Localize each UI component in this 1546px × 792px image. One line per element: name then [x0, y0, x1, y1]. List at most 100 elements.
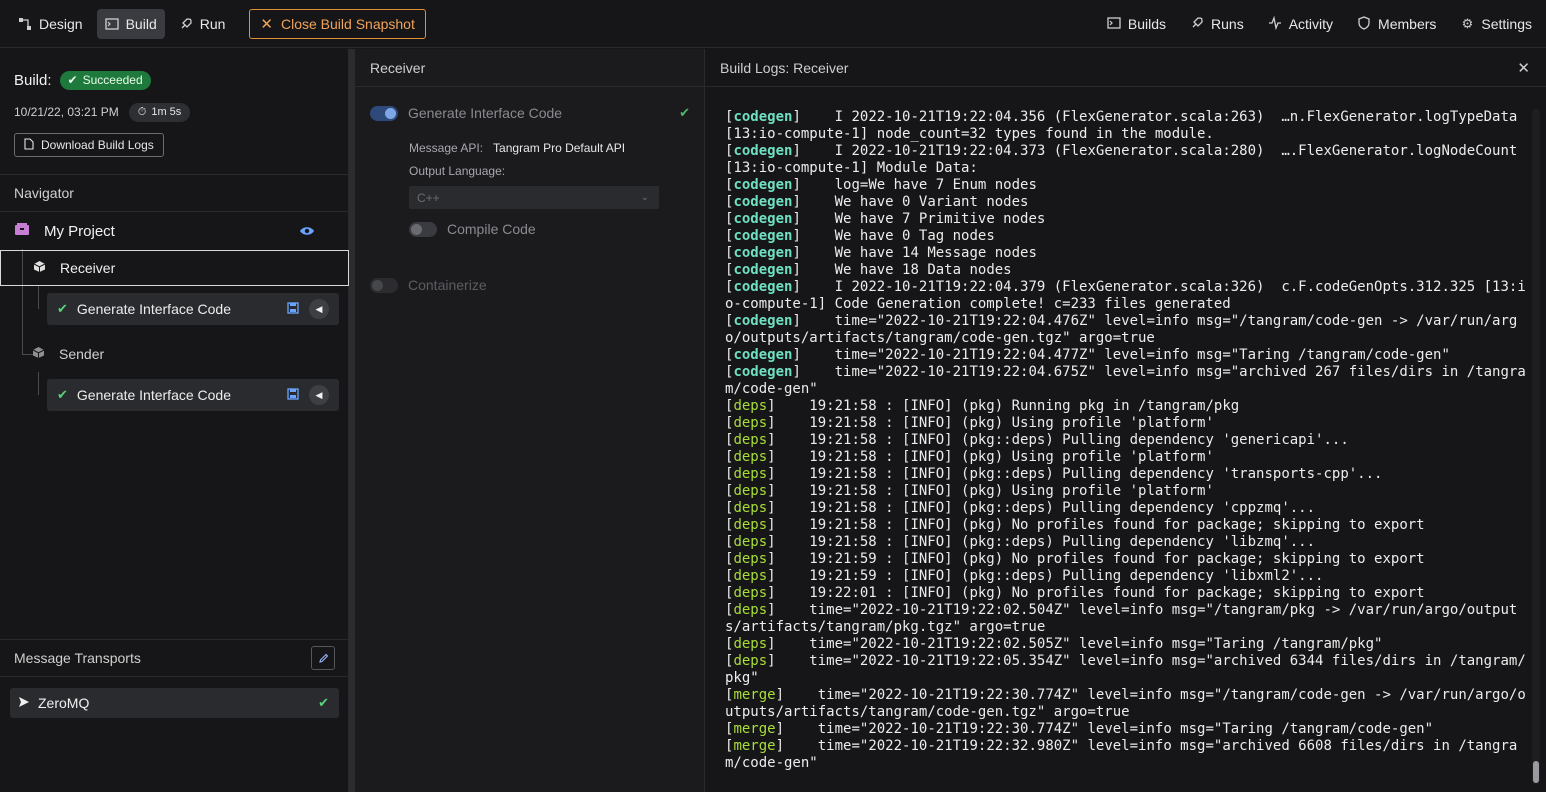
log-text: time="2022-10-21T19:22:30.774Z" level=in…: [784, 721, 1434, 737]
tree-node-label: Sender: [59, 346, 105, 362]
scrollbar-thumb[interactable]: [1533, 761, 1539, 783]
eye-icon[interactable]: [299, 223, 315, 239]
log-text: 19:22:01 : [INFO] (pkg) No profiles foun…: [775, 585, 1425, 601]
download-build-logs-button[interactable]: Download Build Logs: [14, 133, 164, 157]
download-build-logs-label: Download Build Logs: [41, 138, 154, 152]
file-icon: [24, 137, 34, 153]
log-tag: deps: [733, 551, 768, 567]
log-line: [codegen] We have 7 Primitive nodes: [725, 211, 1527, 228]
top-bar: Design Build Run ✕ Close Build Snapshot …: [0, 0, 1546, 48]
log-line: [deps] time="2022-10-21T19:22:02.504Z" l…: [725, 602, 1527, 636]
step-label: Generate Interface Code: [76, 301, 232, 317]
log-line: [codegen] log=We have 7 Enum nodes: [725, 177, 1527, 194]
shield-icon: [1357, 15, 1371, 33]
rocket-icon: [1190, 16, 1204, 33]
nav-runs[interactable]: Runs: [1190, 16, 1244, 33]
nav-builds-label: Builds: [1127, 16, 1167, 32]
build-summary: Build: ✔ Succeeded 10/21/22, 03:21 PM ⏱ …: [0, 49, 348, 157]
transport-label: ZeroMQ: [38, 695, 90, 711]
nav-settings[interactable]: ⚙ Settings: [1460, 16, 1532, 32]
log-output: [codegen] I 2022-10-21T19:22:04.356 (Fle…: [725, 109, 1527, 772]
log-text: 19:21:58 : [INFO] (pkg) Using profile 'p…: [775, 415, 1214, 431]
panel-header: Receiver: [355, 49, 704, 87]
cube-icon: [33, 260, 46, 276]
status-badge-label: Succeeded: [82, 73, 143, 87]
tree-node-label: Receiver: [60, 260, 116, 276]
log-bracket: ]: [792, 177, 801, 193]
nav-builds[interactable]: Builds: [1107, 16, 1166, 33]
tab-run[interactable]: Run: [171, 9, 234, 39]
message-api-row: Message API: Tangram Pro Default API: [409, 141, 625, 155]
collapse-left-icon[interactable]: ◀: [309, 385, 329, 405]
log-bracket: ]: [767, 432, 776, 448]
log-text: log=We have 7 Enum nodes: [800, 177, 1037, 193]
edit-transports-button[interactable]: [311, 646, 335, 670]
tab-build[interactable]: Build: [96, 8, 165, 39]
log-tag: codegen: [733, 194, 793, 210]
project-row[interactable]: My Project: [0, 213, 349, 249]
step-generate-interface-code[interactable]: ✔ Generate Interface Code ◀: [47, 293, 339, 325]
log-bracket: ]: [767, 500, 776, 516]
close-icon[interactable]: ✕: [1517, 59, 1530, 77]
log-bracket: ]: [792, 364, 801, 380]
save-icon[interactable]: [287, 387, 299, 403]
message-api-value: Tangram Pro Default API: [493, 141, 626, 155]
compile-toggle[interactable]: [409, 221, 437, 237]
log-text: time="2022-10-21T19:22:02.504Z" level=in…: [725, 602, 1518, 635]
nav-members-label: Members: [1378, 16, 1437, 32]
log-text: We have 0 Tag nodes: [800, 228, 995, 244]
navigator-header: Navigator: [0, 174, 349, 212]
tree-node-receiver[interactable]: Receiver: [0, 250, 349, 286]
tab-design[interactable]: Design: [10, 9, 91, 39]
nav-activity[interactable]: Activity: [1268, 15, 1333, 33]
duration-badge: ⏱ 1m 5s: [128, 102, 191, 122]
log-tag: deps: [733, 483, 768, 499]
close-build-snapshot-label: Close Build Snapshot: [281, 15, 415, 32]
log-scrollbar[interactable]: [1532, 109, 1540, 785]
log-bracket: ]: [767, 653, 776, 669]
log-text: time="2022-10-21T19:22:04.477Z" level=in…: [800, 347, 1450, 363]
log-bracket: ]: [767, 568, 776, 584]
step-config-panel: Receiver Generate Interface Code ✔ Messa…: [355, 49, 705, 792]
tree-node-sender[interactable]: Sender: [0, 336, 349, 372]
save-icon[interactable]: [287, 301, 299, 317]
tab-build-label: Build: [125, 15, 157, 32]
log-line: [deps] 19:21:59 : [INFO] (pkg::deps) Pul…: [725, 568, 1527, 585]
log-bracket: ]: [767, 551, 776, 567]
containerize-toggle[interactable]: [370, 277, 398, 293]
generate-toggle[interactable]: [370, 105, 398, 121]
log-tag: deps: [733, 636, 768, 652]
nav-members[interactable]: Members: [1357, 15, 1437, 33]
log-tag: deps: [733, 517, 768, 533]
output-language-label: Output Language:: [409, 164, 506, 178]
log-bracket: ]: [775, 738, 785, 754]
output-language-select[interactable]: C++ ⌄: [409, 186, 659, 209]
log-line: [codegen] We have 18 Data nodes: [725, 262, 1527, 279]
log-bracket: ]: [792, 279, 801, 295]
log-bracket: ]: [792, 313, 801, 329]
step-generate-interface-code[interactable]: ✔ Generate Interface Code ◀: [47, 379, 339, 411]
log-text: 19:21:58 : [INFO] (pkg::deps) Pulling de…: [775, 466, 1383, 482]
log-tag: merge: [733, 721, 776, 737]
log-tag: deps: [733, 534, 768, 550]
compile-label: Compile Code: [447, 221, 536, 237]
log-line: [codegen] time="2022-10-21T19:22:04.477Z…: [725, 347, 1527, 364]
log-tag: codegen: [733, 211, 793, 227]
transport-item-zeromq[interactable]: ZeroMQ ✔: [10, 688, 339, 718]
log-text: We have 0 Variant nodes: [800, 194, 1029, 210]
log-bracket: ]: [792, 143, 801, 159]
generate-interface-code-row: Generate Interface Code ✔: [370, 105, 690, 121]
log-line: [codegen] I 2022-10-21T19:22:04.356 (Fle…: [725, 109, 1527, 143]
terminal-icon: [104, 17, 119, 31]
log-tag: codegen: [733, 245, 793, 261]
log-bracket: ]: [792, 347, 801, 363]
log-tag: deps: [733, 415, 768, 431]
log-text: We have 7 Primitive nodes: [800, 211, 1046, 227]
log-line: [codegen] time="2022-10-21T19:22:04.476Z…: [725, 313, 1527, 347]
close-build-snapshot-button[interactable]: ✕ Close Build Snapshot: [249, 8, 426, 39]
log-tag: codegen: [733, 228, 793, 244]
log-line: [codegen] time="2022-10-21T19:22:04.675Z…: [725, 364, 1527, 398]
log-line: [deps] 19:21:58 : [INFO] (pkg) Using pro…: [725, 483, 1527, 500]
collapse-left-icon[interactable]: ◀: [309, 299, 329, 319]
message-transports-header: Message Transports: [0, 639, 349, 677]
